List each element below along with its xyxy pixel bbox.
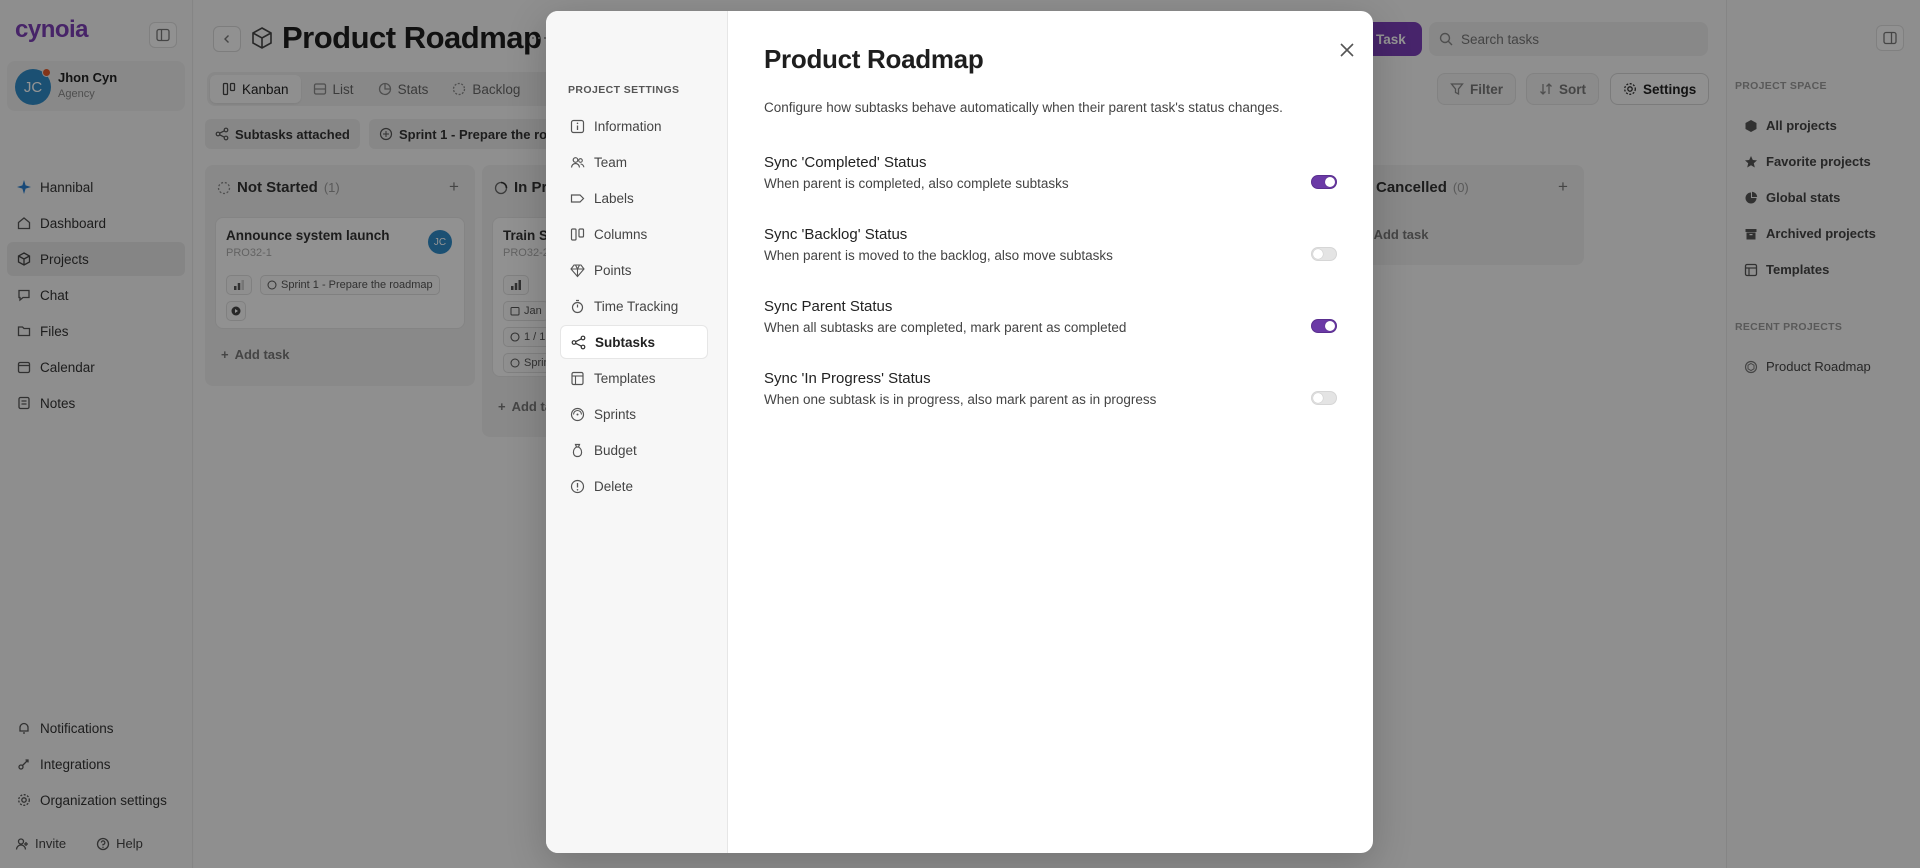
settings-nav-subtasks[interactable]: Subtasks bbox=[560, 325, 708, 359]
option-subtitle: When all subtasks are completed, mark pa… bbox=[764, 320, 1127, 335]
option-title: Sync 'Completed' Status bbox=[764, 154, 927, 171]
settings-sidebar: PROJECT SETTINGS Information Team Labels… bbox=[546, 11, 728, 853]
settings-nav-label: Subtasks bbox=[595, 334, 656, 350]
settings-nav-label: Team bbox=[594, 154, 628, 170]
settings-heading: PROJECT SETTINGS bbox=[568, 84, 680, 96]
settings-nav-team[interactable]: Team bbox=[560, 145, 708, 179]
settings-nav-time-tracking[interactable]: Time Tracking bbox=[560, 289, 708, 323]
settings-nav-templates[interactable]: Templates bbox=[560, 361, 708, 395]
template-icon bbox=[570, 371, 585, 386]
option-sync-completed: Sync 'Completed' Status When parent is c… bbox=[764, 154, 1339, 210]
sync-in-progress-toggle[interactable] bbox=[1311, 391, 1337, 405]
settings-nav-sprints[interactable]: Sprints bbox=[560, 397, 708, 431]
sprint-icon bbox=[570, 407, 585, 422]
settings-nav-label: Information bbox=[594, 118, 662, 134]
option-title: Sync 'In Progress' Status bbox=[764, 370, 931, 387]
diamond-icon bbox=[570, 263, 585, 278]
option-subtitle: When one subtask is in progress, also ma… bbox=[764, 392, 1157, 407]
project-settings-modal: PROJECT SETTINGS Information Team Labels… bbox=[546, 11, 1373, 853]
settings-nav-columns[interactable]: Columns bbox=[560, 217, 708, 251]
close-icon bbox=[1340, 43, 1354, 57]
sync-parent-toggle[interactable] bbox=[1311, 319, 1337, 333]
settings-nav-label: Delete bbox=[594, 478, 634, 494]
info-icon bbox=[570, 119, 585, 134]
sync-backlog-toggle[interactable] bbox=[1311, 247, 1337, 261]
option-title: Sync 'Backlog' Status bbox=[764, 226, 908, 243]
settings-nav-information[interactable]: Information bbox=[560, 109, 708, 143]
label-icon bbox=[570, 191, 585, 206]
option-sync-parent: Sync Parent Status When all subtasks are… bbox=[764, 298, 1339, 354]
option-subtitle: When parent is completed, also complete … bbox=[764, 176, 1069, 191]
budget-icon bbox=[570, 443, 585, 458]
modal-title: Product Roadmap bbox=[764, 44, 984, 74]
settings-nav-label: Time Tracking bbox=[594, 298, 679, 314]
settings-nav-label: Points bbox=[594, 262, 632, 278]
settings-nav-label: Columns bbox=[594, 226, 648, 242]
modal-description: Configure how subtasks behave automatica… bbox=[764, 100, 1283, 115]
stopwatch-icon bbox=[570, 299, 585, 314]
option-subtitle: When parent is moved to the backlog, als… bbox=[764, 248, 1113, 263]
settings-nav-points[interactable]: Points bbox=[560, 253, 708, 287]
close-button[interactable] bbox=[1336, 39, 1358, 61]
settings-nav-labels[interactable]: Labels bbox=[560, 181, 708, 215]
columns-icon bbox=[570, 227, 585, 242]
settings-nav-label: Labels bbox=[594, 190, 634, 206]
settings-nav-budget[interactable]: Budget bbox=[560, 433, 708, 467]
option-sync-backlog: Sync 'Backlog' Status When parent is mov… bbox=[764, 226, 1339, 282]
team-icon bbox=[570, 155, 585, 170]
option-title: Sync Parent Status bbox=[764, 298, 893, 315]
settings-nav-delete[interactable]: Delete bbox=[560, 469, 708, 503]
settings-nav-label: Sprints bbox=[594, 406, 637, 422]
settings-nav: Information Team Labels Columns Points T… bbox=[560, 109, 708, 505]
subtasks-icon bbox=[571, 335, 586, 350]
settings-nav-label: Templates bbox=[594, 370, 656, 386]
sync-completed-toggle[interactable] bbox=[1311, 175, 1337, 189]
option-sync-in-progress: Sync 'In Progress' Status When one subta… bbox=[764, 370, 1339, 426]
settings-nav-label: Budget bbox=[594, 442, 637, 458]
alert-icon bbox=[570, 479, 585, 494]
